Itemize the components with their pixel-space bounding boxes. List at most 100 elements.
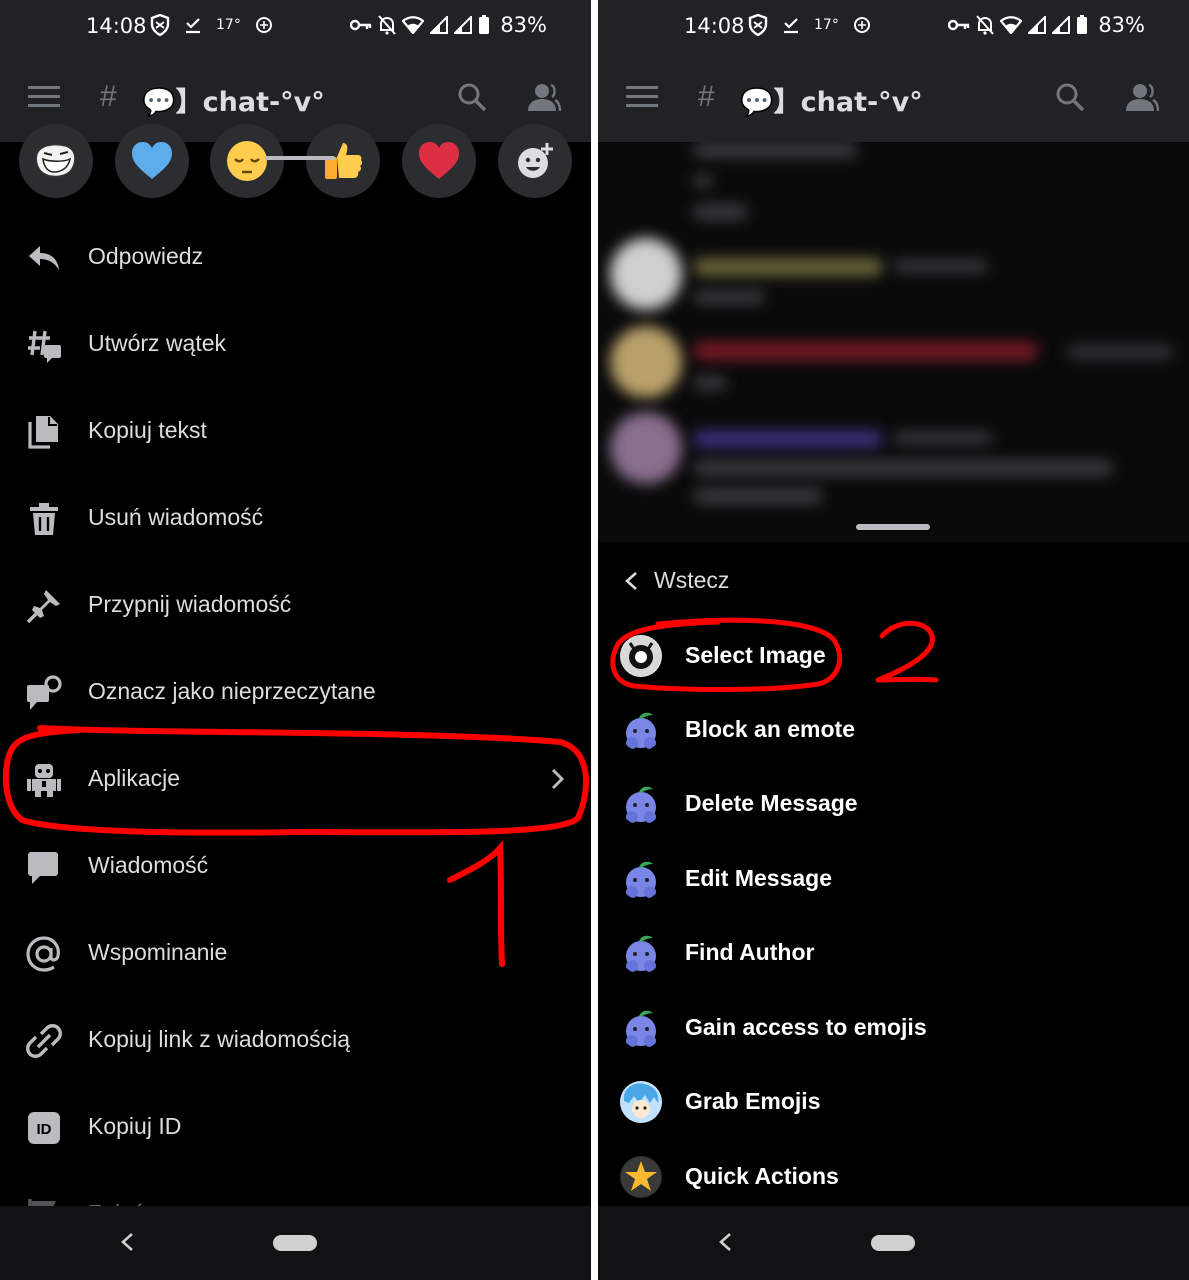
blurred-text: [893, 432, 993, 444]
members-icon[interactable]: [1125, 82, 1159, 112]
key-icon: [350, 19, 372, 31]
app-item-select-image[interactable]: Select Image: [598, 619, 1189, 693]
blurred-username: [693, 430, 883, 448]
status-bar: 14:08 17° 83%: [598, 0, 1189, 56]
status-time: 14:08: [684, 14, 745, 38]
channel-name[interactable]: 💬】chat-°v°: [740, 80, 923, 119]
sheet-drag-handle[interactable]: [856, 524, 930, 530]
menu-label: Wspominanie: [88, 939, 228, 965]
channel-hash-icon: #: [698, 80, 715, 113]
status-temperature: 17°: [216, 17, 241, 33]
app-label: Find Author: [685, 939, 815, 965]
menu-item-mark-unread[interactable]: Oznacz jako nieprzeczytane: [0, 651, 591, 738]
menu-item-create-thread[interactable]: Utwórz wątek: [0, 303, 591, 390]
menu-item-copy-id[interactable]: ID Kopiuj ID: [0, 1086, 591, 1173]
menu-item-copy-link[interactable]: Kopiuj link z wiadomością: [0, 999, 591, 1086]
android-nav-bar: [598, 1206, 1189, 1280]
search-icon[interactable]: [1055, 82, 1085, 112]
blurred-text: [893, 260, 988, 272]
app-item-grab-emojis[interactable]: Grab Emojis: [598, 1065, 1189, 1139]
mark-unread-icon: [27, 675, 62, 710]
reaction-troll-face[interactable]: [19, 124, 93, 198]
app-label: Grab Emojis: [685, 1088, 821, 1114]
channel-name[interactable]: 💬】chat-°v°: [142, 80, 325, 119]
id-icon: ID: [28, 1112, 60, 1144]
wifi-icon: [402, 16, 425, 34]
trash-icon: [30, 503, 58, 535]
hamburger-menu-icon[interactable]: [28, 86, 60, 108]
back-nav-icon[interactable]: [718, 1232, 732, 1252]
menu-item-pin-message[interactable]: Przypnij wiadomość: [0, 564, 591, 651]
drag-handle[interactable]: [265, 156, 335, 160]
menu-item-copy-text[interactable]: Kopiuj tekst: [0, 390, 591, 477]
blue-bot-icon: [620, 932, 662, 974]
menu-label: Utwórz wątek: [88, 330, 227, 356]
reaction-blue-heart[interactable]: [115, 124, 189, 198]
right-screenshot: 14:08 17° 83% # 💬】chat-°v° Wstecz Select…: [598, 0, 1189, 1280]
signal-icon-2: [454, 16, 473, 34]
blurred-text: [693, 460, 1113, 476]
shield-icon: [150, 14, 170, 36]
blue-bot-icon: [620, 1007, 662, 1049]
back-label: Wstecz: [654, 567, 730, 593]
grab-emojis-bot-icon: [620, 1081, 662, 1123]
blue-bot-icon: [620, 858, 662, 900]
at-icon: [26, 936, 60, 972]
battery-percent: 83%: [500, 13, 547, 37]
menu-label: Wiadomość: [88, 852, 209, 878]
blurred-text: [693, 290, 765, 304]
menu-item-mention[interactable]: Wspominanie: [0, 912, 591, 999]
reaction-picker-row: [0, 124, 591, 204]
menu-label: Kopiuj ID: [88, 1113, 182, 1139]
app-item-find-author[interactable]: Find Author: [598, 916, 1189, 990]
download-check-icon: [186, 18, 200, 34]
battery-percent: 83%: [1098, 13, 1145, 37]
back-button[interactable]: Wstecz: [598, 555, 1189, 609]
status-bar: 14:08 17° 83%: [0, 0, 591, 56]
back-nav-icon[interactable]: [120, 1232, 134, 1252]
wifi-icon: [1000, 16, 1023, 34]
home-nav-pill[interactable]: [871, 1235, 915, 1251]
menu-label: Kopiuj link z wiadomością: [88, 1026, 351, 1052]
pensive-face-icon: [227, 141, 267, 181]
app-item-quick-actions[interactable]: Quick Actions: [598, 1140, 1189, 1214]
app-item-edit-message[interactable]: Edit Message: [598, 842, 1189, 916]
add-reaction-button[interactable]: [498, 124, 572, 198]
menu-label: Przypnij wiadomość: [88, 591, 292, 617]
hamburger-menu-icon[interactable]: [626, 86, 658, 108]
reaction-thumbs-up[interactable]: [306, 124, 380, 198]
copy-icon: [28, 416, 58, 449]
status-time: 14:08: [86, 14, 147, 38]
reaction-red-heart[interactable]: [402, 124, 476, 198]
add-reaction-icon: [518, 143, 553, 178]
menu-item-reply[interactable]: Odpowiedz: [0, 216, 591, 303]
app-item-gain-access-emojis[interactable]: Gain access to emojis: [598, 991, 1189, 1065]
blurred-chat-messages: [598, 142, 1189, 542]
menu-label: Odpowiedz: [88, 243, 204, 269]
blurred-text: [693, 488, 823, 504]
battery-icon: [479, 15, 490, 34]
menu-label: Usuń wiadomość: [88, 504, 264, 530]
app-label: Block an emote: [685, 716, 855, 742]
app-item-block-emote[interactable]: Block an emote: [598, 693, 1189, 767]
menu-item-apps[interactable]: Aplikacje: [0, 738, 591, 825]
menu-label: Aplikacje: [88, 765, 181, 791]
apps-robot-icon: [27, 764, 61, 797]
reaction-pensive-face[interactable]: [210, 124, 284, 198]
key-icon: [948, 19, 970, 31]
search-icon[interactable]: [457, 82, 487, 112]
home-nav-pill[interactable]: [273, 1235, 317, 1251]
app-label: Select Image: [685, 642, 826, 668]
members-icon[interactable]: [527, 82, 561, 112]
menu-item-delete-message[interactable]: Usuń wiadomość: [0, 477, 591, 564]
menu-item-message[interactable]: Wiadomość: [0, 825, 591, 912]
blurred-username: [693, 342, 1038, 360]
app-item-delete-message[interactable]: Delete Message: [598, 767, 1189, 841]
notifications-off-icon: [378, 15, 397, 35]
signal-icon: [1028, 16, 1047, 34]
blurred-username: [693, 258, 883, 276]
troll-face-icon: [35, 143, 76, 178]
blue-bot-icon: [620, 709, 662, 751]
blurred-avatar: [610, 326, 682, 398]
app-label: Delete Message: [685, 790, 858, 816]
